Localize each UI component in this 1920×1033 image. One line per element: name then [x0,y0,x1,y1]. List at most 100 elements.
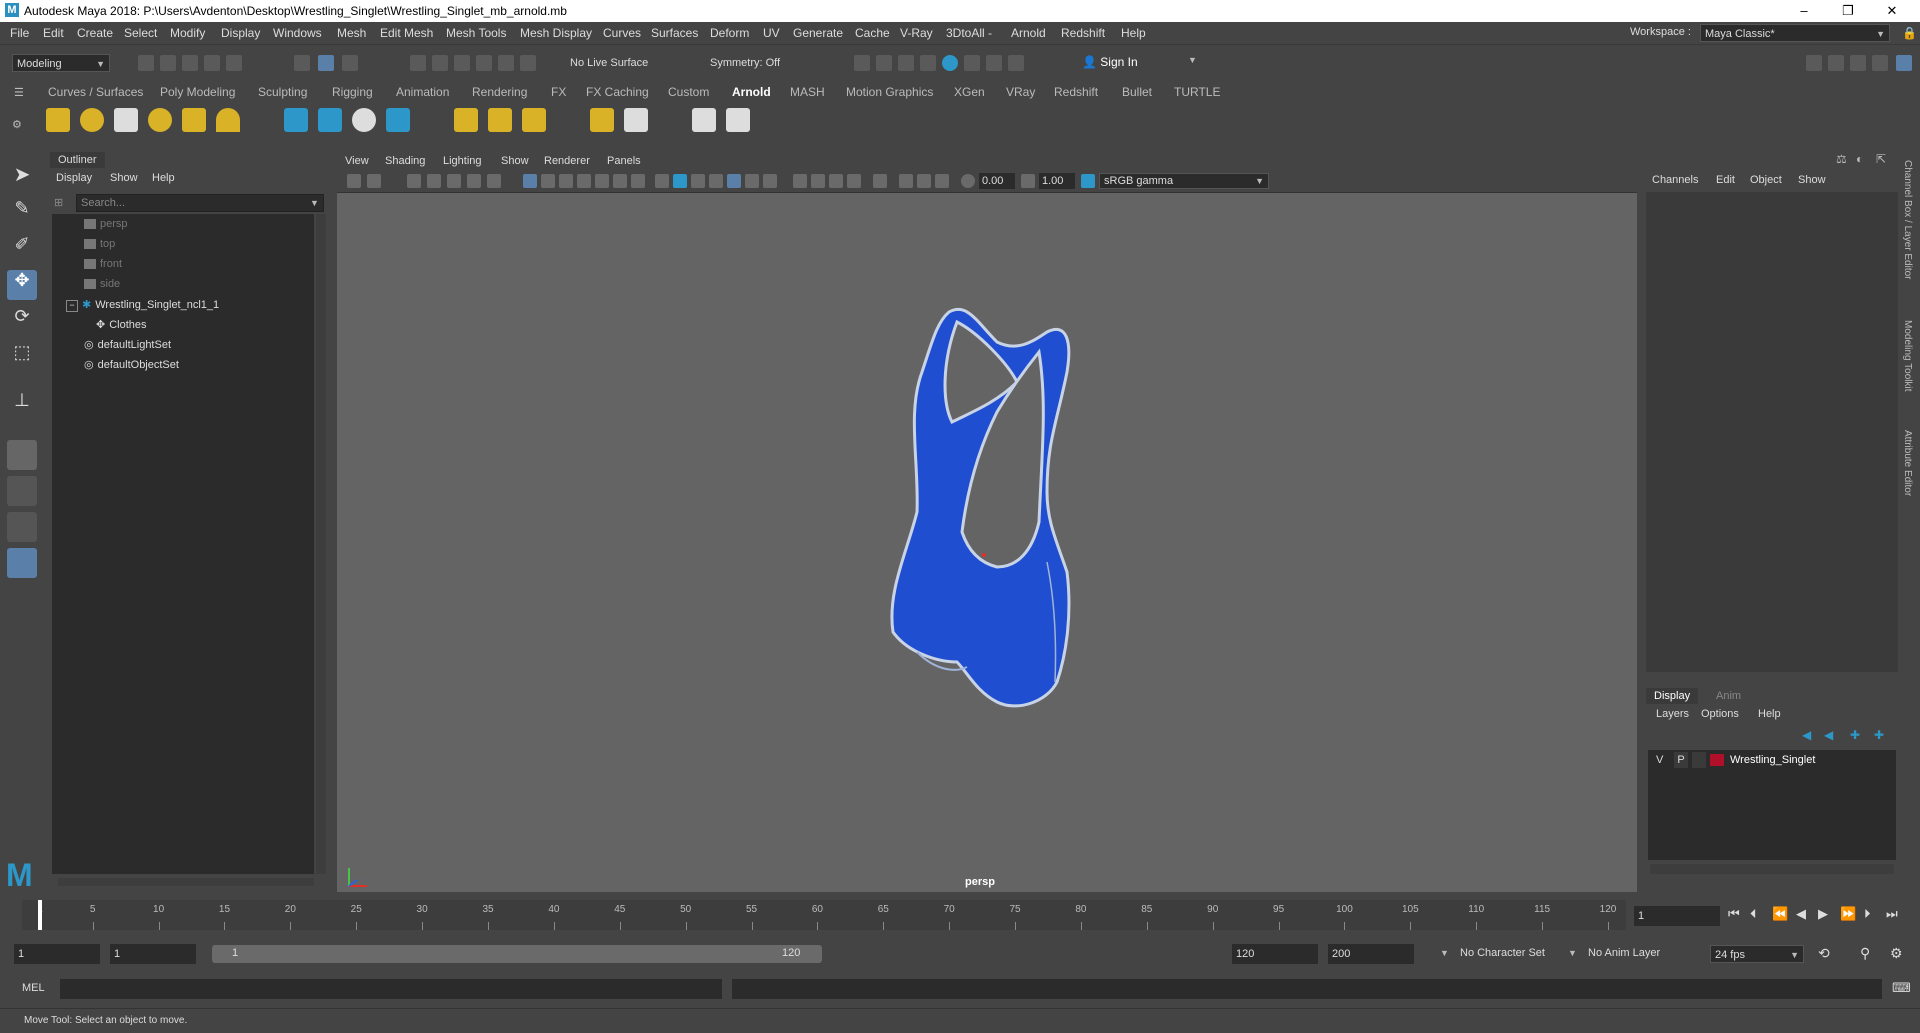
cb-menu-show[interactable]: Show [1798,174,1826,186]
outliner-menu-help[interactable]: Help [152,172,175,184]
texture-manager-icon[interactable] [488,108,512,132]
channel-box-icon[interactable] [1896,55,1912,71]
shelf-tab-poly-modeling[interactable]: Poly Modeling [160,85,235,99]
arnold-render-icon[interactable] [726,108,750,132]
shelf-tab-xgen[interactable]: XGen [954,85,985,99]
live-surface-field[interactable]: No Live Surface [566,54,662,72]
view-transform-dropdown[interactable]: sRGB gamma ▼ [1099,173,1269,189]
safe-title-icon[interactable] [631,174,645,188]
close-button[interactable]: ✕ [1870,0,1914,22]
collapse-icon[interactable]: − [66,300,78,312]
layer-tab-anim[interactable]: Anim [1708,688,1749,704]
step-back-key-icon[interactable]: ⏪ [1772,906,1788,922]
arnold-renderview-icon[interactable] [692,108,716,132]
playback-end-field[interactable]: 120 [1232,944,1318,964]
vp-menu-show[interactable]: Show [501,155,529,167]
outliner-tab[interactable]: Outliner [50,152,105,168]
vp-menu-lighting[interactable]: Lighting [443,155,482,167]
chevron-down-icon[interactable]: ▼ [1568,948,1577,958]
wireframe-icon[interactable] [655,174,669,188]
redo-icon[interactable] [226,55,242,71]
snap-curve-icon[interactable] [432,55,448,71]
current-frame-field[interactable]: 1 [1634,906,1720,926]
play-forwards-icon[interactable]: ▶ [1818,906,1828,922]
layer-color-swatch[interactable] [1710,754,1724,766]
render-setup-icon[interactable] [964,55,980,71]
volume-icon[interactable] [386,108,410,132]
xray-joints-icon[interactable] [917,174,931,188]
select-tool-icon[interactable]: ➤ [7,162,37,192]
paint-select-tool-icon[interactable]: ✐ [7,234,37,264]
vp-menu-shading[interactable]: Shading [385,155,425,167]
time-slider[interactable]: 1510152025303540455055606570758085909510… [0,898,1920,938]
menu-curves[interactable]: Curves [603,26,641,40]
smooth-shade-icon[interactable] [673,174,687,188]
vp-menu-panels[interactable]: Panels [607,155,641,167]
list-item[interactable]: top [84,238,115,254]
use-all-lights-icon[interactable] [745,174,759,188]
sign-in-button[interactable]: 👤 Sign In ▼ [1082,55,1202,73]
four-view-layout-icon[interactable] [7,476,37,506]
shelf-tab-mash[interactable]: MASH [790,85,825,99]
layer-menu-options[interactable]: Options [1701,708,1739,720]
menu-arnold[interactable]: Arnold [1011,26,1046,40]
field-chart-icon[interactable] [595,174,609,188]
new-empty-layer-icon[interactable]: ✚ [1850,728,1860,742]
go-to-end-icon[interactable]: ⏭ [1886,906,1898,922]
cb-menu-channels[interactable]: Channels [1652,174,1698,186]
menu-redshift[interactable]: Redshift [1061,26,1105,40]
list-item[interactable]: persp [84,218,128,234]
menu-display[interactable]: Display [221,26,260,40]
shelf-tab-rigging[interactable]: Rigging [332,85,373,99]
exposure-field[interactable]: 0.00 [979,173,1015,189]
auto-key-icon[interactable]: ⚲ [1860,945,1870,962]
bookmark-icon[interactable] [407,174,421,188]
shelf-tab-custom[interactable]: Custom [668,85,709,99]
fps-dropdown[interactable]: 24 fps ▼ [1710,945,1804,963]
select-object-icon[interactable] [318,55,334,71]
move-layer-up-icon[interactable]: ◀ [1802,728,1811,742]
symmetry-field[interactable]: Symmetry: Off [706,54,802,72]
last-tool-icon[interactable]: ⊥ [7,390,37,420]
shelf-tab-arnold[interactable]: Arnold [732,85,771,99]
snap-surface-icon[interactable] [498,55,514,71]
select-camera-icon[interactable] [347,174,361,188]
layer-menu-layers[interactable]: Layers [1656,708,1689,720]
motion-blur-icon[interactable] [811,174,825,188]
color-management-icon[interactable] [1081,174,1095,188]
current-time-marker[interactable] [38,900,42,930]
character-controls-icon[interactable] [1828,55,1844,71]
new-scene-icon[interactable] [138,55,154,71]
minimize-button[interactable]: – [1782,0,1826,22]
light-manager-icon[interactable] [590,108,614,132]
curve-collector-icon[interactable] [352,108,376,132]
safe-action-icon[interactable] [613,174,627,188]
light-decay-icon[interactable] [624,108,648,132]
character-set-label[interactable]: No Character Set [1460,947,1545,959]
shelf-tab-vray[interactable]: VRay [1006,85,1035,99]
outliner-scrollbar[interactable] [316,214,326,874]
loop-icon[interactable]: ⟲ [1818,945,1830,962]
playback-start-field[interactable]: 1 [110,944,196,964]
shelf-menu-icon[interactable]: ☰ [14,86,26,99]
outliner-search-input[interactable]: Search... [76,194,324,212]
script-editor-icon[interactable]: ⌨ [1892,980,1911,996]
rotate-tool-icon[interactable]: ⟳ [7,306,37,336]
menu-help[interactable]: Help [1121,26,1146,40]
new-layer-selected-icon[interactable]: ✚ [1874,728,1884,742]
vp-menu-view[interactable]: View [345,155,369,167]
menu-mesh-display[interactable]: Mesh Display [520,26,592,40]
menu-mesh-tools[interactable]: Mesh Tools [446,26,506,40]
step-forward-key-icon[interactable]: ⏩ [1840,906,1856,922]
undo-icon[interactable] [204,55,220,71]
save-scene-icon[interactable] [182,55,198,71]
area-light-icon[interactable] [46,108,70,132]
skydome-light-icon[interactable] [148,108,172,132]
snap-view-icon[interactable] [476,55,492,71]
xray-icon[interactable] [899,174,913,188]
side-tab-channel-box[interactable]: Channel Box / Layer Editor [1902,160,1913,280]
shelf-tab-motion-graphics[interactable]: Motion Graphics [846,85,933,99]
move-layer-down-icon[interactable]: ◀ [1824,728,1833,742]
lasso-tool-icon[interactable]: ✎ [7,198,37,228]
pause-icon[interactable] [1008,55,1024,71]
